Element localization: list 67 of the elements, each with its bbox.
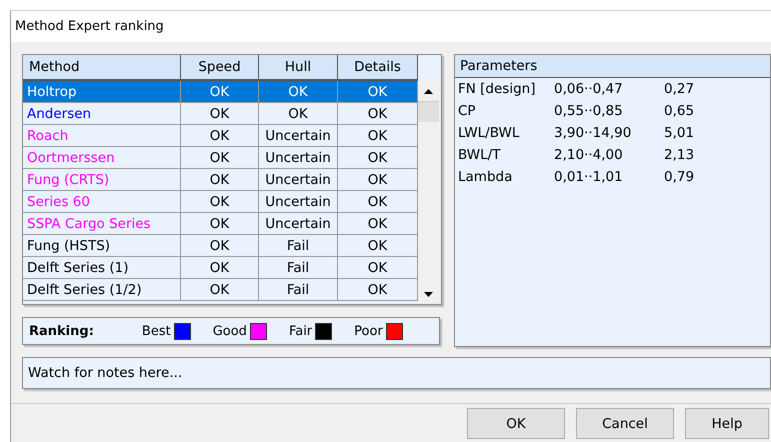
- table-cell[interactable]: Fung (HSTS): [23, 235, 181, 257]
- dialog-button[interactable]: Cancel: [576, 408, 674, 439]
- table-cell[interactable]: Delft Series (1/2): [23, 279, 181, 301]
- parameter-range: 2,10··4,00: [554, 147, 624, 163]
- table-cell[interactable]: OK: [338, 257, 418, 279]
- parameter-range: 0,06··0,47: [554, 81, 624, 97]
- parameter-range: 0,55··0,85: [554, 103, 624, 119]
- parameter-value: 5,01: [664, 125, 696, 141]
- column-header[interactable]: Hull: [259, 55, 338, 81]
- legend-label: Best: [142, 324, 171, 338]
- legend-label: Good: [212, 324, 247, 338]
- table-cell[interactable]: OK: [181, 169, 259, 191]
- table-cell[interactable]: OK: [338, 191, 418, 213]
- parameter-value: 0,27: [664, 81, 696, 97]
- table-cell[interactable]: OK: [181, 191, 259, 213]
- legend-title: Ranking:: [29, 324, 94, 338]
- parameter-range: 3,90··14,90: [554, 125, 632, 141]
- scroll-thumb[interactable]: [418, 101, 439, 122]
- table-cell[interactable]: OK: [181, 81, 259, 103]
- parameter-name: Lambda: [458, 169, 514, 185]
- table-cell[interactable]: Uncertain: [259, 191, 338, 213]
- table-cell[interactable]: Uncertain: [259, 147, 338, 169]
- table-cell[interactable]: OK: [259, 103, 338, 125]
- parameter-name: CP: [458, 103, 477, 119]
- column-header[interactable]: Details: [338, 55, 418, 81]
- table-cell[interactable]: OK: [338, 235, 418, 257]
- table-cell[interactable]: Uncertain: [259, 169, 338, 191]
- table-cell[interactable]: OK: [181, 103, 259, 125]
- table-cell[interactable]: Fail: [259, 279, 338, 301]
- table-cell[interactable]: OK: [181, 257, 259, 279]
- legend-label: Poor: [354, 324, 383, 338]
- table-cell[interactable]: OK: [181, 125, 259, 147]
- scrollbar[interactable]: [418, 81, 439, 304]
- legend-label: Fair: [288, 324, 312, 338]
- table-cell[interactable]: OK: [181, 213, 259, 235]
- table-cell[interactable]: OK: [259, 81, 338, 103]
- table-cell[interactable]: Holtrop: [23, 81, 181, 103]
- column-header[interactable]: Method: [23, 55, 181, 81]
- table-cell[interactable]: Delft Series (1): [23, 257, 181, 279]
- table-cell[interactable]: Fail: [259, 257, 338, 279]
- table-cell[interactable]: OK: [338, 103, 418, 125]
- parameter-name: LWL/BWL: [458, 125, 520, 141]
- parameter-value: 0,79: [664, 169, 696, 185]
- table-cell[interactable]: OK: [338, 81, 418, 103]
- table-cell[interactable]: OK: [338, 169, 418, 191]
- panel-header: Parameters: [455, 55, 770, 78]
- parameter-name: FN [design]: [458, 81, 536, 97]
- table-cell[interactable]: OK: [338, 279, 418, 301]
- table-cell[interactable]: Uncertain: [259, 125, 338, 147]
- parameter-range: 0,01··1,01: [554, 169, 624, 185]
- table-cell[interactable]: OK: [338, 213, 418, 235]
- window-title: Method Expert ranking: [11, 11, 771, 42]
- parameter-value: 0,65: [664, 103, 696, 119]
- table-cell[interactable]: OK: [181, 147, 259, 169]
- table-cell[interactable]: OK: [338, 147, 418, 169]
- table-cell[interactable]: Fail: [259, 235, 338, 257]
- table-cell[interactable]: Andersen: [23, 103, 181, 125]
- column-header[interactable]: Speed: [181, 55, 259, 81]
- dialog-button[interactable]: OK: [467, 408, 565, 439]
- table-cell[interactable]: Uncertain: [259, 213, 338, 235]
- parameter-name: BWL/T: [458, 147, 502, 163]
- dialog-button[interactable]: Help: [685, 408, 769, 439]
- table-cell[interactable]: OK: [338, 125, 418, 147]
- parameter-value: 2,13: [664, 147, 696, 163]
- notes-field: Watch for notes here...: [22, 357, 771, 389]
- table-cell[interactable]: OK: [181, 279, 259, 301]
- table-cell[interactable]: OK: [181, 235, 259, 257]
